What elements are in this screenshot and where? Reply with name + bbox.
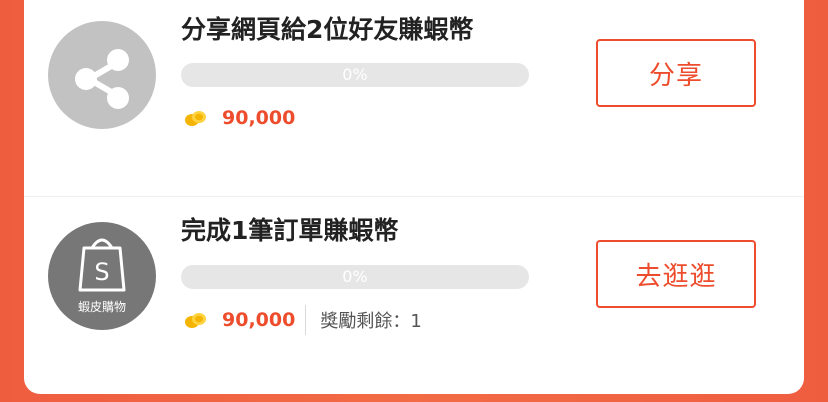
reward-amount: 90,000 (222, 107, 296, 129)
progress-bar: 0% (181, 265, 529, 289)
divider (305, 305, 307, 335)
reward-row: 90,000 獎勵剩餘：1 (184, 305, 422, 335)
task-title: 分享網頁給2位好友賺蝦幣 (181, 15, 474, 44)
task-row-share: 分享網頁給2位好友賺蝦幣 0% 90,000 分享 (24, 0, 804, 196)
progress-label: 0% (342, 267, 368, 286)
task-row-order: S 蝦皮購物 完成1筆訂單賺蝦幣 0% 90,000 獎勵剩餘：1 去逛逛 (24, 196, 804, 393)
coin-icon (185, 313, 206, 328)
reward-row: 90,000 (184, 103, 295, 133)
reward-amount: 90,000 (222, 309, 296, 331)
share-button[interactable]: 分享 (596, 39, 756, 107)
browse-button[interactable]: 去逛逛 (596, 240, 756, 308)
reward-remaining: 獎勵剩餘：1 (320, 311, 422, 332)
coin-icon (185, 111, 206, 126)
share-icon (48, 21, 156, 129)
shopee-bag-icon: S 蝦皮購物 (48, 222, 156, 330)
svg-text:S: S (94, 258, 109, 286)
task-card: 分享網頁給2位好友賺蝦幣 0% 90,000 分享 S 蝦皮購物 完成1筆訂單賺… (24, 0, 804, 394)
progress-bar: 0% (181, 63, 529, 87)
progress-label: 0% (342, 65, 368, 84)
shopee-logo-caption: 蝦皮購物 (77, 300, 126, 314)
task-title: 完成1筆訂單賺蝦幣 (181, 216, 399, 245)
